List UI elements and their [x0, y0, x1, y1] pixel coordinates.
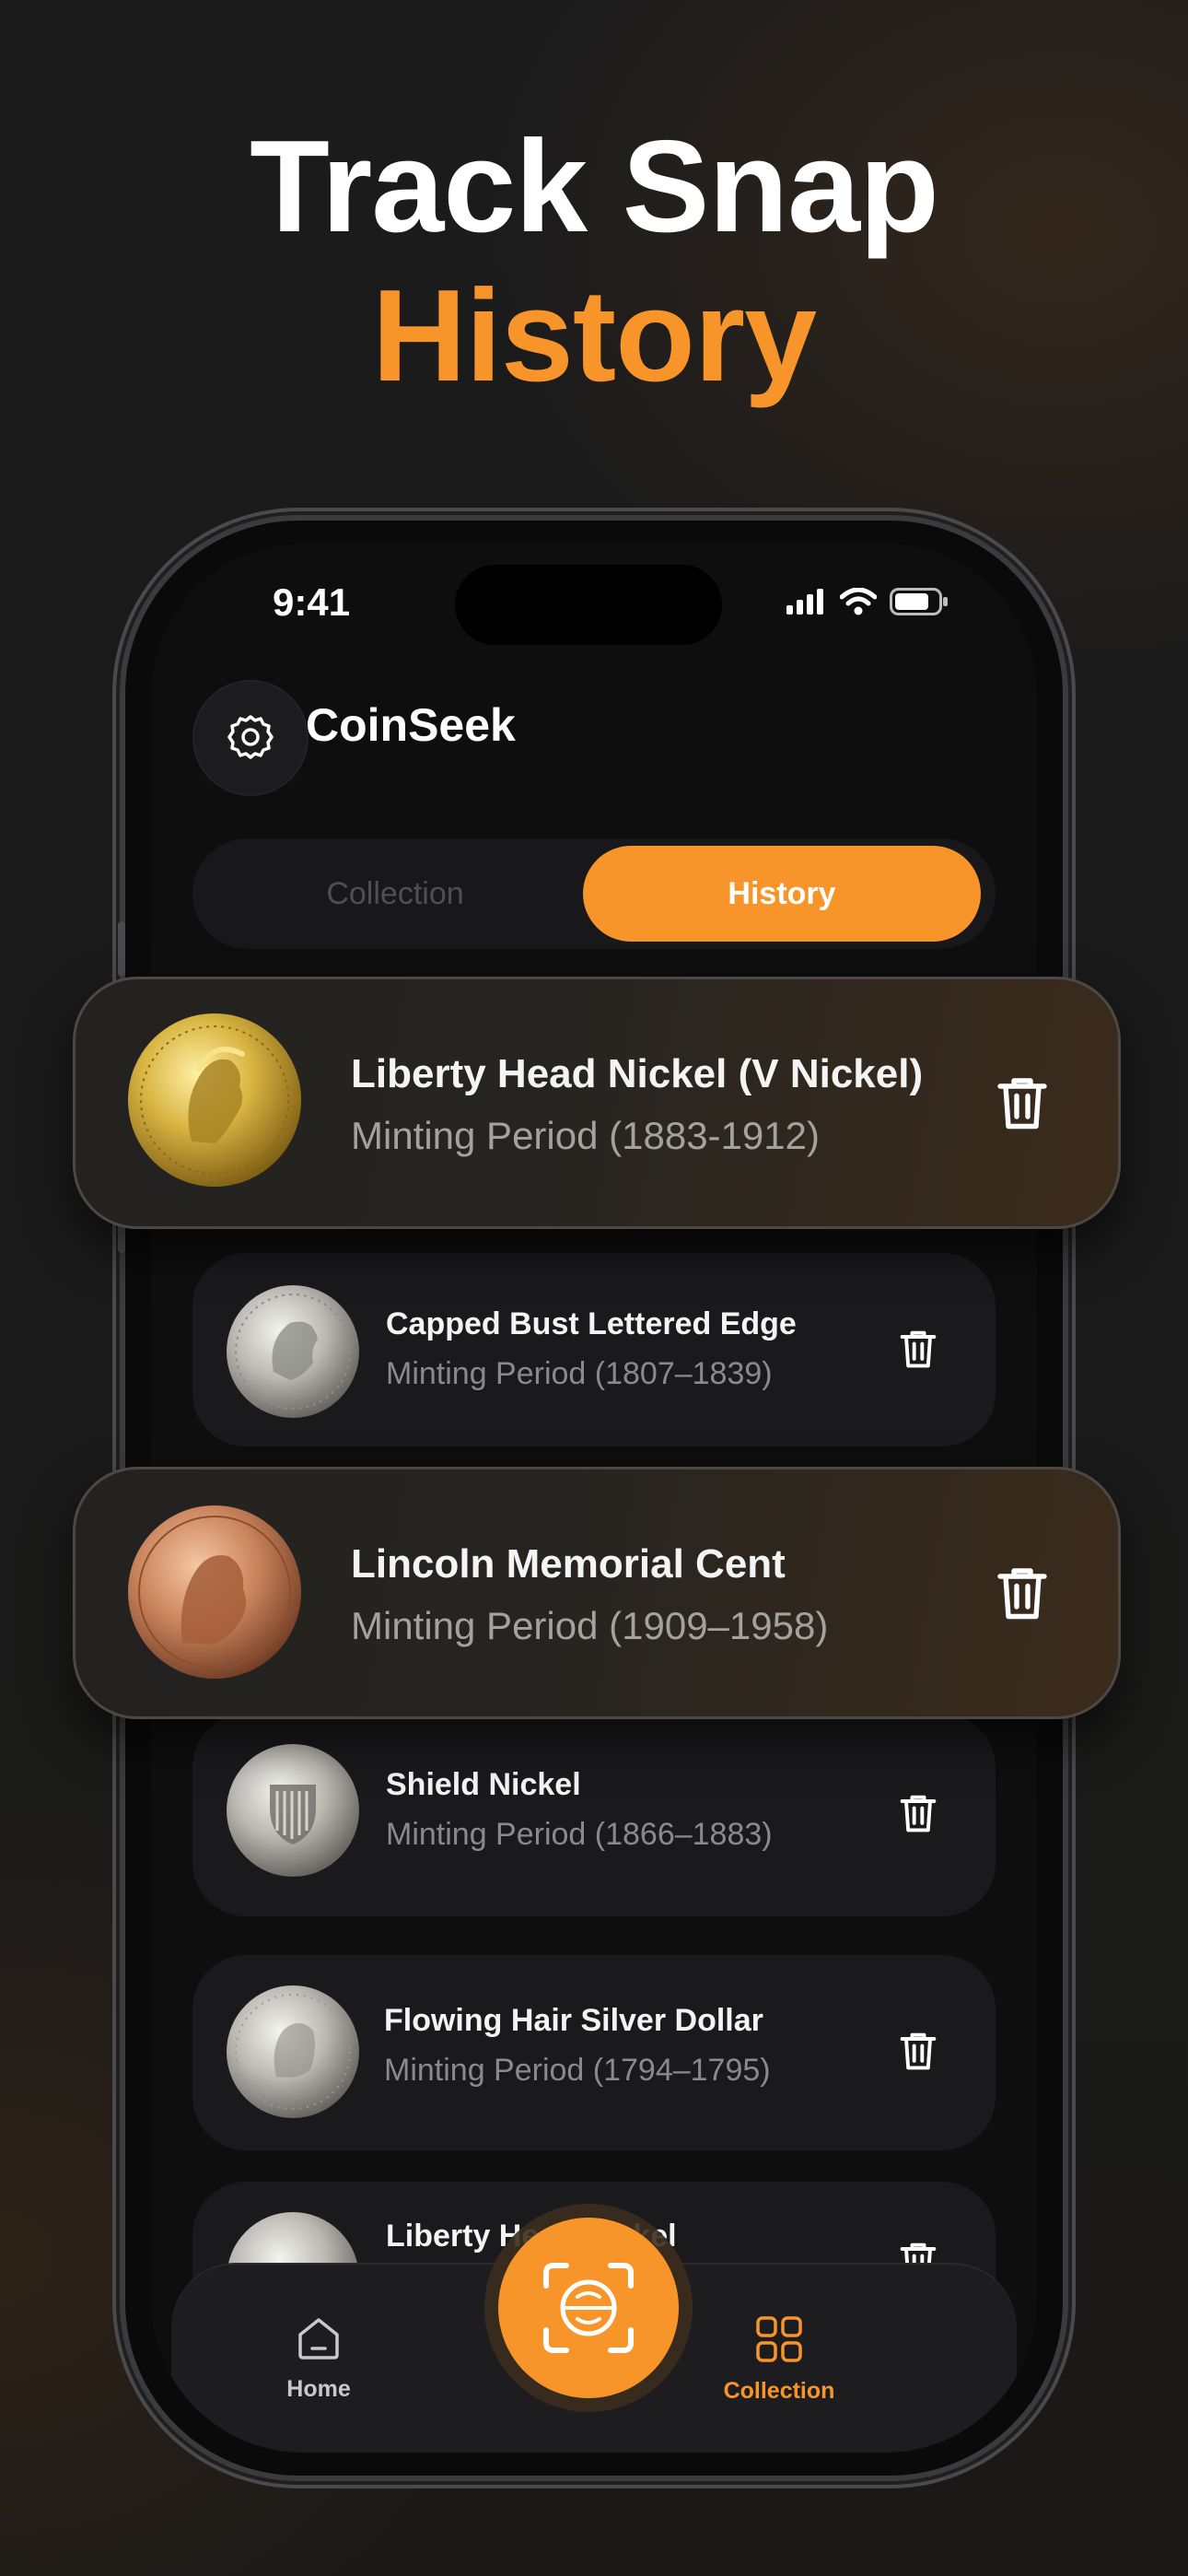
- item-subtitle: Minting Period (1883-1912): [351, 1114, 820, 1157]
- highlighted-list-item[interactable]: Liberty Head Nickel (V Nickel) Minting P…: [73, 977, 1121, 1229]
- headline-highlight: History: [371, 263, 817, 409]
- coin-image: [227, 1985, 359, 2118]
- item-title: Flowing Hair Silver Dollar: [384, 2003, 763, 2038]
- headline-title: Track Snap: [250, 113, 939, 260]
- tab-home[interactable]: Home: [227, 2314, 411, 2403]
- trash-icon[interactable]: [989, 1560, 1055, 1626]
- item-title: Liberty Head Nickel (V Nickel): [351, 1051, 924, 1096]
- item-subtitle: Minting Period (1909–1958): [351, 1604, 829, 1647]
- coin-image: [128, 1505, 301, 1679]
- highlighted-list-item[interactable]: Lincoln Memorial Cent Minting Period (19…: [73, 1467, 1121, 1719]
- gear-icon: [227, 715, 274, 759]
- trash-icon[interactable]: [894, 1325, 942, 1373]
- battery-icon: [890, 588, 948, 615]
- coin-scan-icon: [543, 2263, 634, 2353]
- list-item[interactable]: Flowing Hair Silver Dollar Minting Perio…: [192, 1955, 996, 2150]
- tab-collection[interactable]: Collection: [192, 846, 598, 942]
- scan-button[interactable]: [498, 2218, 679, 2398]
- coin-image: [227, 1285, 359, 1418]
- coin-image: [227, 1744, 359, 1877]
- settings-button[interactable]: [192, 680, 309, 796]
- item-title: Lincoln Memorial Cent: [351, 1541, 786, 1587]
- status-time: 9:41: [273, 580, 351, 624]
- dynamic-island: [455, 565, 722, 645]
- scan-button-ring: [484, 2204, 693, 2412]
- tab-collection-nav[interactable]: Collection: [687, 2314, 871, 2405]
- list-item[interactable]: Shield Nickel Minting Period (1866–1883): [192, 1714, 996, 1916]
- item-subtitle: Minting Period (1807–1839): [386, 1356, 773, 1391]
- item-title: Capped Bust Lettered Edge: [386, 1306, 797, 1341]
- app-title: CoinSeek: [306, 699, 516, 751]
- coin-image: [128, 1013, 301, 1187]
- signal-icon: [786, 589, 823, 615]
- status-icons: [786, 588, 949, 615]
- grid-icon: [756, 2316, 802, 2362]
- tab-collection-label: Collection: [723, 2378, 835, 2404]
- item-subtitle: Minting Period (1794–1795): [384, 2053, 771, 2088]
- wifi-icon: [840, 588, 877, 615]
- trash-icon[interactable]: [894, 2027, 942, 2075]
- item-subtitle: Minting Period (1866–1883): [386, 1817, 773, 1852]
- trash-icon[interactable]: [894, 1789, 942, 1837]
- phone-side-button: [118, 921, 125, 977]
- item-title: Shield Nickel: [386, 1767, 581, 1802]
- segmented-control: Collection History: [192, 838, 996, 949]
- tab-home-label: Home: [286, 2376, 351, 2402]
- home-icon: [298, 2318, 339, 2359]
- tab-history[interactable]: History: [583, 846, 981, 942]
- list-item[interactable]: Capped Bust Lettered Edge Minting Period…: [192, 1253, 996, 1446]
- trash-icon[interactable]: [989, 1070, 1055, 1136]
